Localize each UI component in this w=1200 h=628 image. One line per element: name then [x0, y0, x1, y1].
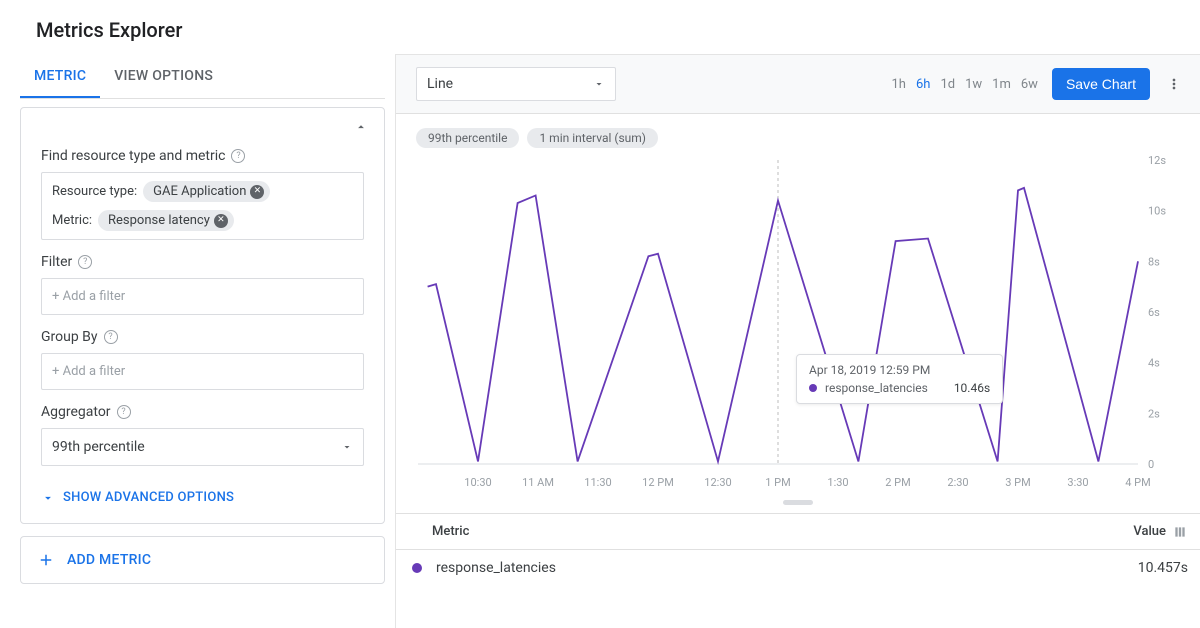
aggregator-value: 99th percentile: [52, 439, 145, 455]
resize-handle[interactable]: [783, 500, 813, 505]
svg-text:4 PM: 4 PM: [1125, 476, 1150, 489]
svg-text:12:30: 12:30: [704, 476, 731, 489]
time-range-1h[interactable]: 1h: [892, 77, 906, 92]
svg-text:0: 0: [1148, 458, 1154, 471]
resource-type-chip-text: GAE Application: [153, 184, 246, 199]
groupby-input[interactable]: + Add a filter: [41, 353, 364, 390]
page-title: Metrics Explorer: [0, 0, 1200, 54]
help-icon[interactable]: ?: [104, 330, 118, 344]
time-range-6h[interactable]: 6h: [916, 77, 930, 92]
legend-series-value: 10.457s: [1092, 560, 1188, 576]
tab-metric[interactable]: METRIC: [20, 54, 100, 98]
plus-icon: [37, 551, 55, 569]
metric-card: Find resource type and metric ? Resource…: [20, 107, 385, 524]
remove-resource-type-icon[interactable]: ✕: [250, 185, 264, 199]
chart-chip-0[interactable]: 99th percentile: [416, 128, 519, 148]
legend-header-value[interactable]: Value: [1086, 524, 1166, 539]
tooltip-series: response_latencies: [825, 381, 928, 395]
chart-panel: Line 1h 6h 1d 1w 1m 6w Save Chart 99th percen…: [395, 54, 1200, 628]
chart-chip-1[interactable]: 1 min interval (sum): [527, 128, 658, 148]
metric-label: Metric:: [52, 213, 92, 228]
legend-header-metric[interactable]: Metric: [432, 524, 1086, 539]
svg-text:12 PM: 12 PM: [642, 476, 674, 489]
chart-type-select[interactable]: Line: [416, 67, 616, 101]
tooltip-value: 10.46s: [954, 381, 990, 395]
svg-text:3 PM: 3 PM: [1005, 476, 1030, 489]
legend-table: Metric Value response_latencies 10.457s: [396, 513, 1200, 586]
collapse-card-icon[interactable]: [352, 118, 370, 136]
resource-type-chip[interactable]: GAE Application ✕: [143, 181, 270, 202]
aggregator-title: Aggregator: [41, 404, 111, 420]
svg-text:1:30: 1:30: [827, 476, 848, 489]
svg-text:2 PM: 2 PM: [885, 476, 910, 489]
legend-row[interactable]: response_latencies 10.457s: [396, 550, 1200, 586]
metric-chip-text: Response latency: [108, 213, 210, 228]
svg-text:6s: 6s: [1148, 306, 1160, 319]
save-chart-button[interactable]: Save Chart: [1052, 68, 1150, 100]
groupby-title: Group By: [41, 329, 98, 345]
more-menu-icon[interactable]: [1164, 74, 1184, 94]
chart-filter-chips: 99th percentile 1 min interval (sum): [408, 124, 1188, 154]
chart-svg: 0 2s 4s 6s 8s 10s 12s 10:30 11 AM 11:30 12 PM 12:30…: [408, 154, 1188, 494]
time-range-1w[interactable]: 1w: [965, 77, 982, 92]
help-icon[interactable]: ?: [78, 255, 92, 269]
chevron-down-icon: [41, 491, 55, 505]
chart-toolbar: Line 1h 6h 1d 1w 1m 6w Save Chart: [396, 55, 1200, 114]
show-advanced-link[interactable]: SHOW ADVANCED OPTIONS: [21, 474, 384, 509]
svg-text:2:30: 2:30: [947, 476, 968, 489]
svg-text:10:30: 10:30: [464, 476, 491, 489]
resource-metric-box: Resource type: GAE Application ✕ Metric:…: [41, 172, 364, 240]
add-metric-label: ADD METRIC: [67, 552, 151, 568]
svg-text:8s: 8s: [1148, 255, 1160, 268]
remove-metric-icon[interactable]: ✕: [214, 214, 228, 228]
series-color-dot: [809, 384, 817, 392]
metric-chip[interactable]: Response latency ✕: [98, 210, 234, 231]
find-title: Find resource type and metric: [41, 148, 225, 164]
aggregator-section: Aggregator ? 99th percentile: [21, 398, 384, 474]
groupby-section: Group By ? + Add a filter: [21, 323, 384, 398]
config-tabs: METRIC VIEW OPTIONS: [20, 54, 385, 99]
time-range-1d[interactable]: 1d: [940, 77, 955, 92]
dropdown-icon: [341, 441, 353, 453]
svg-text:4s: 4s: [1148, 357, 1160, 370]
add-metric-button[interactable]: ADD METRIC: [20, 536, 385, 584]
chart-area[interactable]: 0 2s 4s 6s 8s 10s 12s 10:30 11 AM 11:30 12 PM 12:30…: [408, 154, 1188, 494]
time-range-picker: 1h 6h 1d 1w 1m 6w: [892, 77, 1038, 92]
time-range-1m[interactable]: 1m: [992, 77, 1011, 92]
help-icon[interactable]: ?: [231, 149, 245, 163]
filter-title: Filter: [41, 254, 72, 270]
resource-type-label: Resource type:: [52, 184, 137, 199]
svg-text:11 AM: 11 AM: [522, 476, 554, 489]
filter-input[interactable]: + Add a filter: [41, 278, 364, 315]
aggregator-select[interactable]: 99th percentile: [41, 428, 364, 466]
show-advanced-label: SHOW ADVANCED OPTIONS: [63, 490, 234, 505]
find-section: Find resource type and metric ? Resource…: [21, 142, 384, 248]
filter-section: Filter ? + Add a filter: [21, 248, 384, 323]
tooltip-time: Apr 18, 2019 12:59 PM: [809, 363, 990, 377]
series-color-dot: [412, 563, 422, 573]
chart-type-value: Line: [427, 76, 453, 92]
time-range-6w[interactable]: 6w: [1021, 77, 1038, 92]
svg-text:2s: 2s: [1148, 407, 1160, 420]
svg-text:12s: 12s: [1148, 154, 1166, 167]
config-panel: METRIC VIEW OPTIONS Find resource type a…: [0, 54, 395, 628]
svg-text:11:30: 11:30: [584, 476, 611, 489]
dropdown-icon: [593, 78, 605, 90]
chart-tooltip: Apr 18, 2019 12:59 PM response_latencies…: [796, 354, 1003, 404]
svg-text:10s: 10s: [1148, 205, 1166, 218]
help-icon[interactable]: ?: [117, 405, 131, 419]
tab-view-options[interactable]: VIEW OPTIONS: [100, 54, 227, 98]
column-options-icon[interactable]: [1172, 524, 1188, 539]
svg-text:1 PM: 1 PM: [765, 476, 790, 489]
svg-text:3:30: 3:30: [1067, 476, 1088, 489]
legend-series-name: response_latencies: [436, 560, 1092, 576]
